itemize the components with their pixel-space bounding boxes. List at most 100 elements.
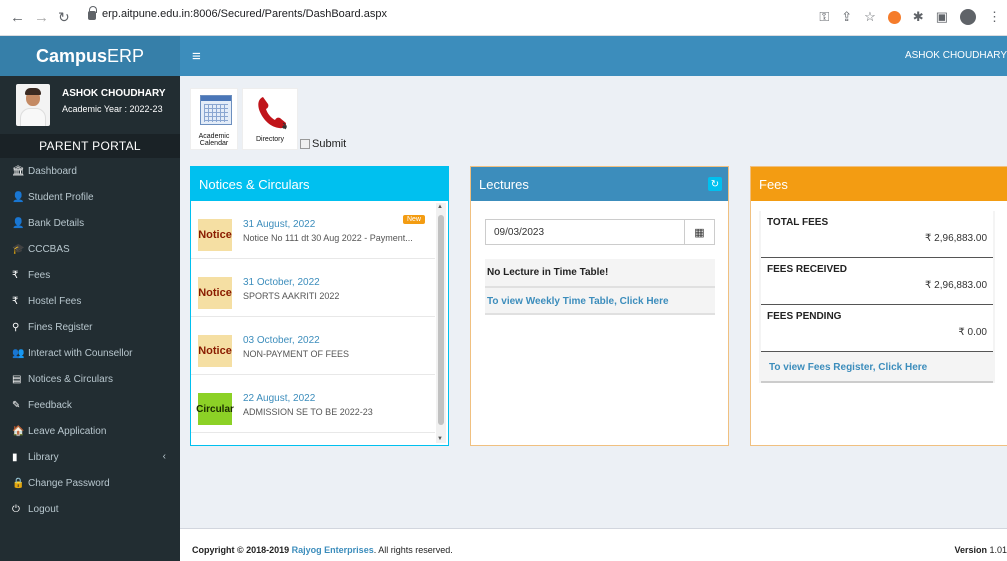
sidebar-item-leave-application[interactable]: 🏠 Leave Application [0,418,180,444]
sidebar: ASHOK CHOUDHARY Academic Year : 2022-23 … [0,76,180,561]
notice-tag: Notice [198,219,232,251]
brand-rest: ERP [107,45,145,66]
fees-panel: Fees TOTAL FEES ₹ 2,96,883.00 FEES RECEI… [750,166,1007,446]
sidebar-item-fees[interactable]: ₹ Fees [0,262,180,288]
sidebar-item-cccbas[interactable]: 🎓 CCCBAS [0,236,180,262]
sidebar-item-label: Change Password [28,477,110,489]
lectures-header: Lectures ↻ [471,167,728,201]
notice-date[interactable]: 03 October, 2022 [243,335,320,346]
user-menu[interactable]: ASHOK CHOUDHARY [905,50,1007,61]
sidebar-item-label: Feedback [28,399,72,411]
rupee-icon: ₹ [12,295,19,307]
users-icon: 👥 [12,347,25,359]
notice-title: ADMISSION SE TO BE 2022-23 [243,407,373,417]
portal-label: PARENT PORTAL [0,134,180,158]
company-link[interactable]: Rajyog Enterprises [292,545,374,555]
lecture-date-input[interactable] [486,226,676,238]
calendar-icon[interactable]: ▦ [684,220,714,244]
fees-body: TOTAL FEES ₹ 2,96,883.00 FEES RECEIVED ₹… [759,211,995,383]
extension-icon[interactable] [887,10,901,24]
copyright: Copyright © 2018-2019 Rajyog Enterprises… [192,545,453,555]
sidebar-item-feedback[interactable]: ✎ Feedback [0,392,180,418]
submit-alt-text: Submit [312,138,347,150]
fees-register-link[interactable]: To view Fees Register, Click Here [761,352,993,383]
more-menu-icon[interactable]: ⋮ [988,9,1001,25]
share-icon[interactable]: ⇪ [841,9,852,25]
scroll-down-icon[interactable]: ▼ [437,436,443,442]
sidebar-item-change-password[interactable]: 🔒 Change Password [0,470,180,496]
sidebar-item-label: Hostel Fees [28,295,82,307]
notice-date[interactable]: 31 August, 2022 [243,219,315,230]
total-fees-value: ₹ 2,96,883.00 [925,233,987,244]
sidebar-item-dashboard[interactable]: 🏛 Dashboard [0,158,180,184]
new-badge: New [402,215,425,224]
sidebar-menu: 🏛 Dashboard 👤 Student Profile 👤 Bank Detail… [0,158,180,522]
sidebar-item-bank-details[interactable]: 👤 Bank Details [0,210,180,236]
star-icon[interactable]: ☆ [864,9,876,25]
key-icon[interactable]: ⚿ [819,9,829,25]
brand-bold: Campus [35,45,107,66]
sidebar-item-library[interactable]: ▮ Library ‹ [0,444,180,470]
academic-calendar-link[interactable]: Academic Calendar [190,88,238,150]
power-icon: ⏻ [12,503,20,515]
directory-label: Directory [255,136,284,143]
scroll-up-icon[interactable]: ▲ [437,204,443,210]
list-item[interactable]: Notice 31 August, 2022 New Notice No 111… [191,201,435,259]
user-panel: ASHOK CHOUDHARY Academic Year : 2022-23 [0,76,180,134]
list-item[interactable]: Notice 03 October, 2022 NON-PAYMENT OF F… [191,317,435,375]
telephone-icon [258,97,287,130]
no-lecture-message: No Lecture in Time Table! [485,267,715,288]
scroll-thumb[interactable] [438,215,444,425]
fees-pending-row: FEES PENDING ₹ 0.00 [761,305,993,352]
book-icon: ▮ [12,451,18,463]
app-header: Campus ERP ≡ ASHOK CHOUDHARY [0,36,1007,76]
broken-image-icon [300,139,310,149]
notices-scrollbar[interactable]: ▲ ▼ [436,203,446,443]
fees-received-value: ₹ 2,96,883.00 [925,280,987,291]
arrow-left-icon[interactable]: ← [10,9,25,26]
puzzle-icon[interactable]: ✱ [913,9,924,25]
sidebar-item-student-profile[interactable]: 👤 Student Profile [0,184,180,210]
sidebar-item-hostel-fees[interactable]: ₹ Hostel Fees [0,288,180,314]
hamburger-menu-icon[interactable]: ≡ [192,48,201,65]
dashboard-icon: 🏛 [12,165,25,177]
user-icon: 👤 [12,191,25,203]
notice-title: SPORTS AAKRITI 2022 [243,291,340,301]
sidebar-item-logout[interactable]: ⏻ Logout [0,496,180,522]
list-item[interactable]: Notice 31 October, 2022 SPORTS AAKRITI 2… [191,259,435,317]
sidebar-item-interact-counsellor[interactable]: 👥 Interact with Counsellor [0,340,180,366]
notice-list: Notice 31 August, 2022 New Notice No 111… [191,201,435,445]
fees-received-label: FEES RECEIVED [767,264,848,275]
url-text[interactable]: erp.aitpune.edu.in:8006/Secured/Parents/… [102,8,387,20]
main-content: Academic Calendar Directory Submit Notice… [180,76,1007,528]
avatar [16,84,50,126]
total-fees-label: TOTAL FEES [767,217,829,228]
sidebar-item-label: Bank Details [28,217,85,229]
address-bar[interactable]: erp.aitpune.edu.in:8006/Secured/Parents/… [88,5,387,20]
sidebar-item-label: Fees [28,269,51,281]
notice-title: NON-PAYMENT OF FEES [243,349,350,359]
list-item[interactable]: Circular 22 August, 2022 ADMISSION SE TO… [191,375,435,433]
sidepanel-icon[interactable]: ▣ [936,9,948,25]
sidebar-item-notices-circulars[interactable]: ▤ Notices & Circulars [0,366,180,392]
submit-image-button[interactable]: Submit [300,138,346,150]
refresh-icon[interactable]: ↻ [708,177,722,191]
graduation-cap-icon: 🎓 [12,243,25,255]
weekly-timetable-link[interactable]: To view Weekly Time Table, Click Here [485,288,715,315]
fees-pending-label: FEES PENDING [767,311,842,322]
lock-icon [88,5,97,20]
fees-header: Fees [751,167,1007,201]
notice-tag: Notice [198,335,232,367]
brand-logo[interactable]: Campus ERP [0,36,180,76]
sidebar-item-label: Dashboard [28,165,77,177]
lecture-date-field[interactable]: ▦ [485,219,715,245]
sidebar-item-fines-register[interactable]: ⚲ Fines Register [0,314,180,340]
reload-icon[interactable]: ↻ [58,9,70,26]
notice-date[interactable]: 22 August, 2022 [243,393,315,404]
notices-panel: Notices & Circulars Notice 31 August, 20… [190,166,449,446]
arrow-right-icon[interactable]: → [34,9,49,26]
notice-date[interactable]: 31 October, 2022 [243,277,320,288]
directory-link[interactable]: Directory [242,88,298,150]
profile-icon[interactable] [960,9,976,25]
sidebar-item-label: Notices & Circulars [28,373,114,385]
